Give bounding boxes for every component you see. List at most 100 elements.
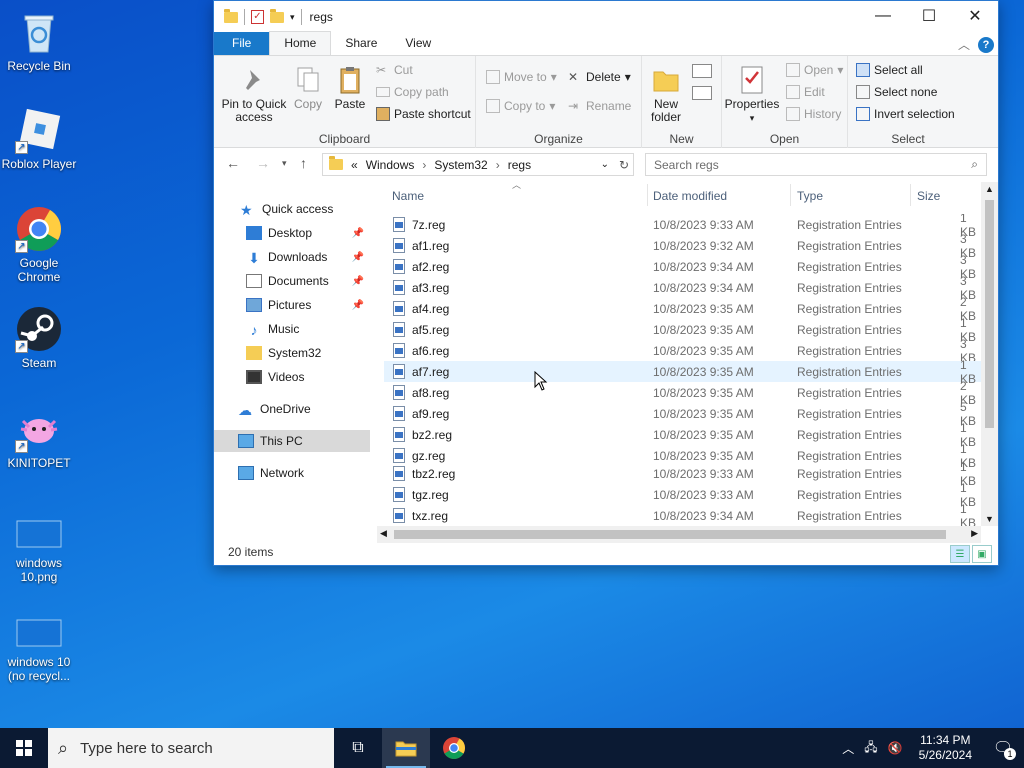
refresh-icon[interactable]: ↻ xyxy=(619,158,629,172)
column-header-size[interactable]: Size xyxy=(917,189,940,203)
cut-button[interactable]: ✂ Cut xyxy=(376,63,413,77)
pin-to-quick-access-button[interactable]: Pin to Quick access xyxy=(220,64,288,124)
tab-file[interactable]: File xyxy=(214,32,270,55)
tab-home[interactable]: Home xyxy=(269,31,332,55)
copy-button[interactable]: Copy xyxy=(290,64,326,111)
breadcrumb-regs[interactable]: regs xyxy=(508,158,531,172)
select-all-button[interactable]: Select all xyxy=(856,63,923,77)
nav-downloads[interactable]: ⬇ Downloads 📌 xyxy=(214,246,370,268)
new-folder-icon[interactable] xyxy=(270,8,284,23)
minimize-button[interactable]: — xyxy=(860,1,906,31)
scroll-down-icon[interactable]: ▼ xyxy=(985,514,994,524)
move-to-button[interactable]: Move to ▾ xyxy=(486,70,557,84)
search-box[interactable]: Search regs ⌕ xyxy=(645,153,987,176)
taskbar-search-box[interactable]: ⌕ Type here to search xyxy=(48,728,334,768)
customize-qat-icon[interactable]: ▾ xyxy=(290,12,295,23)
breadcrumb-overflow[interactable]: « xyxy=(351,158,358,172)
desktop-icon-recycle-bin[interactable]: Recycle Bin xyxy=(1,8,77,73)
desktop-icon-windows10-no-recycle[interactable]: windows 10 (no recycl... xyxy=(1,604,77,683)
desktop-icon-kinitopet[interactable]: ↗ KINITOPET xyxy=(1,405,77,470)
open-button[interactable]: Open ▾ xyxy=(786,63,843,77)
desktop-icon-windows10-png[interactable]: windows 10.png xyxy=(1,505,77,584)
close-button[interactable]: ✕ xyxy=(952,1,998,31)
edit-button[interactable]: Edit xyxy=(786,85,825,99)
new-item-icon[interactable] xyxy=(692,64,712,78)
easy-access-icon[interactable] xyxy=(692,86,712,100)
help-icon[interactable]: ? xyxy=(978,36,994,53)
file-row[interactable]: txz.reg 10/8/2023 9:34 AM Registration Ent… xyxy=(384,502,982,526)
nav-system32[interactable]: System32 xyxy=(214,342,370,364)
file-row[interactable]: af9.reg 10/8/2023 9:35 AM Registration Ent… xyxy=(384,400,982,428)
file-row[interactable]: af6.reg 10/8/2023 9:35 AM Registration Ent… xyxy=(384,337,982,365)
pin-icon[interactable]: 📌 xyxy=(352,276,364,287)
show-hidden-icons-icon[interactable]: ︿ xyxy=(842,740,854,757)
file-row[interactable]: 7z.reg 10/8/2023 9:33 AM Registration Entr… xyxy=(384,214,982,239)
copy-path-button[interactable]: Copy path xyxy=(376,85,449,99)
file-row[interactable]: tbz2.reg 10/8/2023 9:33 AM Registration En… xyxy=(384,460,982,488)
desktop-icon-steam[interactable]: ↗ Steam xyxy=(1,305,77,370)
search-input[interactable]: Search regs xyxy=(654,158,719,172)
breadcrumb-windows[interactable]: Windows xyxy=(366,158,415,172)
file-row[interactable]: bz2.reg 10/8/2023 9:35 AM Registration Ent… xyxy=(384,421,982,449)
properties-button[interactable]: Properties ▾ xyxy=(724,64,780,125)
nav-desktop[interactable]: Desktop 📌 xyxy=(214,222,370,244)
volume-muted-icon[interactable]: 🔇 xyxy=(888,741,903,755)
nav-onedrive[interactable]: ☁ OneDrive xyxy=(214,398,370,420)
scroll-right-icon[interactable]: ▶ xyxy=(971,528,978,539)
desktop-icon-roblox-player[interactable]: ↗ Roblox Player xyxy=(1,106,77,171)
scrollbar-thumb[interactable] xyxy=(394,530,946,539)
copy-to-button[interactable]: Copy to ▾ xyxy=(486,99,555,113)
file-row[interactable]: af5.reg 10/8/2023 9:35 AM Registration Ent… xyxy=(384,316,982,344)
scroll-left-icon[interactable]: ◀ xyxy=(380,528,387,539)
title-bar[interactable]: ✓ ▾ regs — ☐ ✕ xyxy=(214,1,998,33)
maximize-button[interactable]: ☐ xyxy=(906,1,952,31)
file-row[interactable]: af4.reg 10/8/2023 9:35 AM Registration Ent… xyxy=(384,295,982,323)
properties-check-icon[interactable]: ✓ xyxy=(251,10,264,24)
file-row[interactable]: af3.reg 10/8/2023 9:34 AM Registration Ent… xyxy=(384,274,982,302)
column-header-name[interactable]: Name xyxy=(392,189,424,203)
breadcrumb-system32[interactable]: System32 xyxy=(434,158,487,172)
taskbar-search-input[interactable]: Type here to search xyxy=(80,740,213,757)
column-header-type[interactable]: Type xyxy=(797,189,823,203)
pin-icon[interactable]: 📌 xyxy=(352,252,364,263)
file-row[interactable]: af7.reg 10/8/2023 9:35 AM Registration Ent… xyxy=(384,358,982,386)
nav-this-pc[interactable]: This PC xyxy=(214,430,370,452)
up-arrow-icon[interactable]: ↑ xyxy=(300,155,307,171)
invert-selection-button[interactable]: Invert selection xyxy=(856,107,955,121)
pin-icon[interactable]: 📌 xyxy=(352,228,364,239)
scrollbar-thumb[interactable] xyxy=(985,200,994,428)
history-button[interactable]: History xyxy=(786,107,841,121)
delete-button[interactable]: ✕ Delete ▾ xyxy=(568,70,631,84)
nav-videos[interactable]: Videos xyxy=(214,366,370,388)
action-center-button[interactable]: 🗨 1 xyxy=(982,728,1024,768)
address-bar[interactable]: « Windows › System32 › regs ⌄ ↻ xyxy=(322,153,634,176)
back-arrow-icon[interactable]: ← xyxy=(226,155,240,171)
file-row[interactable]: af8.reg 10/8/2023 9:35 AM Registration Ent… xyxy=(384,379,982,407)
network-status-icon[interactable]: 🖧 xyxy=(864,738,877,759)
rename-button[interactable]: ⇥ Rename xyxy=(568,99,631,113)
vertical-scrollbar[interactable]: ▲ ▼ xyxy=(981,182,998,526)
scroll-up-icon[interactable]: ▲ xyxy=(985,184,994,194)
pin-icon[interactable]: 📌 xyxy=(352,300,364,311)
start-button[interactable] xyxy=(0,728,48,768)
taskbar-chrome[interactable] xyxy=(430,728,478,768)
recent-locations-icon[interactable]: ▾ xyxy=(282,158,287,169)
horizontal-scrollbar[interactable]: ◀ ▶ xyxy=(377,526,981,543)
file-row[interactable]: tgz.reg 10/8/2023 9:33 AM Registration Ent… xyxy=(384,481,982,509)
file-row[interactable]: af1.reg 10/8/2023 9:32 AM Registration Ent… xyxy=(384,232,982,260)
desktop-icon-google-chrome[interactable]: ↗ Google Chrome xyxy=(1,205,77,284)
paste-button[interactable]: Paste xyxy=(330,64,370,111)
details-view-icon[interactable]: ☰ xyxy=(950,545,970,563)
new-folder-button[interactable]: New folder xyxy=(644,64,688,124)
tab-view[interactable]: View xyxy=(391,32,445,55)
nav-music[interactable]: ♪ Music xyxy=(214,318,370,340)
tab-share[interactable]: Share xyxy=(331,32,391,55)
address-dropdown-icon[interactable]: ⌄ xyxy=(601,159,609,170)
nav-quick-access[interactable]: ★ Quick access xyxy=(214,198,370,220)
task-view-button[interactable]: ⧉ xyxy=(334,728,382,768)
forward-arrow-icon[interactable]: → xyxy=(256,155,270,171)
select-none-button[interactable]: Select none xyxy=(856,85,937,99)
paste-shortcut-button[interactable]: Paste shortcut xyxy=(376,107,471,121)
collapse-ribbon-icon[interactable]: ︿ xyxy=(958,36,970,53)
taskbar-file-explorer[interactable] xyxy=(382,728,430,768)
